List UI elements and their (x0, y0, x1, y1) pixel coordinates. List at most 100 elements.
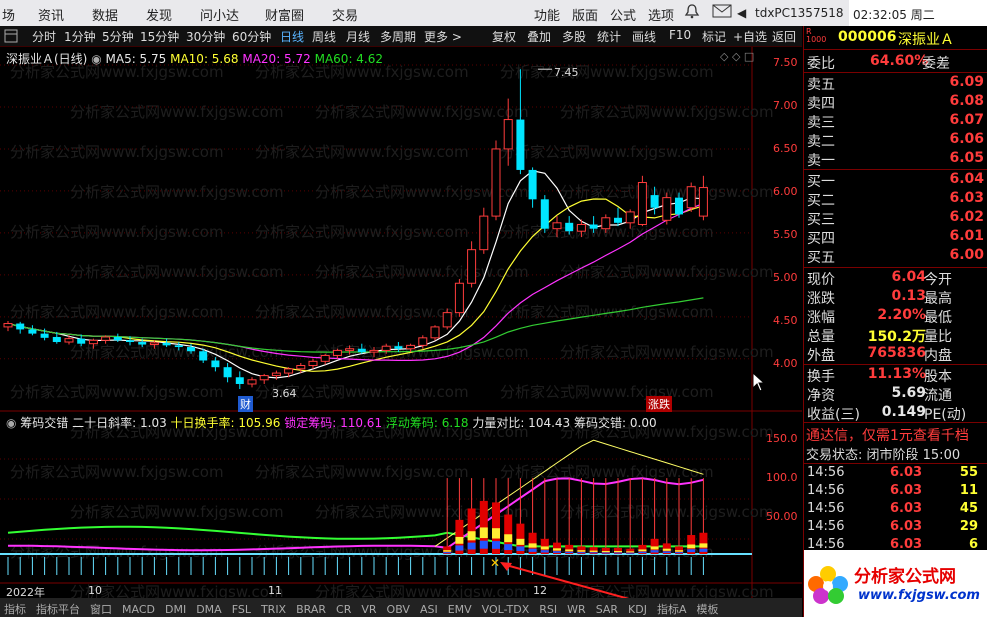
period-tab-active[interactable]: 日线 (280, 28, 304, 45)
indicator-tab[interactable]: DMA (196, 603, 222, 616)
indicator-name[interactable]: 筹码交错 (20, 416, 68, 430)
candle[interactable] (637, 175, 647, 227)
candle[interactable] (686, 182, 696, 212)
ask-row[interactable]: 卖二 6.06 (804, 131, 987, 150)
stat-row[interactable]: 外盘 765836 内盘 (804, 345, 987, 364)
mail-icon[interactable] (712, 4, 732, 22)
indicator-tab[interactable]: KDJ (628, 603, 647, 616)
indicator-tab[interactable]: CR (336, 603, 351, 616)
indicator-tab[interactable]: SAR (596, 603, 618, 616)
indicator-tab[interactable]: BRAR (296, 603, 326, 616)
tool-button[interactable]: F10 (669, 28, 691, 42)
tool-button[interactable]: 叠加 (527, 28, 551, 45)
row-value: 6.05 (949, 150, 984, 166)
chart-header: 深振业Ａ(日线) ◉ MA5: 5.75 MA10: 5.68 MA20: 5.… (6, 50, 383, 67)
indicator-tab[interactable]: DMI (165, 603, 186, 616)
indicator-tab[interactable]: EMV (448, 603, 472, 616)
logo: 分析家公式网 www.fxjgsw.com (804, 550, 987, 617)
period-tab[interactable]: 更多 > (424, 28, 462, 45)
period-tab[interactable]: 多周期 (380, 28, 416, 45)
menu-item[interactable]: 资讯 (38, 5, 64, 24)
indicator-tab[interactable]: TRIX (261, 603, 286, 616)
tool-button[interactable]: 画线 (632, 28, 656, 45)
ask-row[interactable]: 卖五 6.09 (804, 74, 987, 93)
ask-row[interactable]: 卖三 6.07 (804, 112, 987, 131)
bell-icon[interactable] (684, 3, 700, 23)
finance-badge[interactable]: 财 (238, 396, 253, 412)
period-tab[interactable]: 1分钟 (64, 28, 96, 45)
period-tab[interactable]: 60分钟 (232, 28, 271, 45)
menu-item[interactable]: 问小达 (200, 5, 239, 24)
stat-row[interactable]: 涨幅 2.20% 最低 (804, 307, 987, 326)
promo-link[interactable]: 通达信，仅需1元查看千档 (806, 425, 987, 445)
indicator-tab[interactable]: VOL-TDX (482, 603, 530, 616)
period-tab[interactable]: 30分钟 (186, 28, 225, 45)
menu-item[interactable]: 财富圈 (265, 5, 304, 24)
bid-row[interactable]: 买五 6.00 (804, 247, 987, 266)
low-label: 3.64 (272, 387, 297, 400)
menu-item[interactable]: 公式 (610, 5, 636, 24)
indicator-tab[interactable]: 指标A (657, 603, 687, 616)
indicator-tab[interactable]: MACD (122, 603, 155, 616)
ask-row[interactable]: 卖一 6.05 (804, 150, 987, 169)
row-value: 150.2万 (867, 329, 926, 345)
period-tab[interactable]: 15分钟 (140, 28, 179, 45)
limit-badge[interactable]: 涨跌 (646, 396, 672, 412)
tool-button[interactable]: +自选 (733, 28, 767, 45)
trade-state: 交易状态: 闭市阶段 15:00 (806, 448, 961, 463)
menu-item[interactable]: 选项 (648, 5, 674, 24)
bid-row[interactable]: 买三 6.02 (804, 209, 987, 228)
indicator-tab[interactable]: WR (567, 603, 586, 616)
tool-button[interactable]: 统计 (597, 28, 621, 45)
period-tab[interactable]: 周线 (312, 28, 336, 45)
tool-button[interactable]: 复权 (492, 28, 516, 45)
row-value: 6.07 (949, 112, 984, 128)
indicator-tab[interactable]: FSL (232, 603, 251, 616)
indicator-tab[interactable]: 模板 (697, 603, 719, 616)
candle[interactable] (454, 279, 464, 317)
indicator-tab[interactable]: ASI (420, 603, 438, 616)
layout-icon[interactable] (4, 28, 18, 46)
candle[interactable] (662, 192, 672, 225)
weibi-value: 64.60% (870, 53, 929, 69)
stat-row[interactable]: 换手 11.13% 股本 (804, 366, 987, 385)
period-tab[interactable]: 5分钟 (102, 28, 134, 45)
menu-item[interactable]: 功能 (534, 5, 560, 24)
stat-row[interactable]: 现价 6.04 今开 (804, 269, 987, 288)
menu-item[interactable]: 交易 (332, 5, 358, 24)
stat-row[interactable]: 收益(三) 0.149 PE(动) (804, 404, 987, 423)
indicator-tab[interactable]: 窗口 (90, 603, 112, 616)
stat-row[interactable]: 总量 150.2万 量比 (804, 326, 987, 345)
menu-item[interactable]: 发现 (146, 5, 172, 24)
ask-row[interactable]: 卖四 6.08 (804, 93, 987, 112)
indicator-settings-icon[interactable]: ◉ (6, 416, 20, 430)
candle[interactable] (540, 195, 549, 233)
tool-button[interactable]: 标记 (702, 28, 726, 45)
menu-item[interactable]: 场 (2, 5, 15, 24)
row-value: 0.13 (891, 288, 926, 304)
period-tab[interactable]: 月线 (346, 28, 370, 45)
chart-controls[interactable]: ◇ ◇ □ (720, 50, 754, 63)
period-tab[interactable]: 分时 (32, 28, 56, 45)
stat-row[interactable]: 净资 5.69 流通 (804, 385, 987, 404)
row-label: 总量 (807, 329, 835, 345)
bid-row[interactable]: 买一 6.04 (804, 171, 987, 190)
indicator-tab[interactable]: 指标 (4, 603, 26, 616)
bid-row[interactable]: 买二 6.03 (804, 190, 987, 209)
menu-item[interactable]: 版面 (572, 5, 598, 24)
indicator-tab[interactable]: RSI (539, 603, 557, 616)
indicator-tab[interactable]: 指标平台 (36, 603, 80, 616)
bid-row[interactable]: 买四 6.01 (804, 228, 987, 247)
tool-button[interactable]: 多股 (562, 28, 586, 45)
tool-button[interactable]: 返回 (772, 28, 796, 45)
settings-icon[interactable]: ◉ (91, 52, 105, 66)
menu-item[interactable]: 数据 (92, 5, 118, 24)
stat-row[interactable]: 涨跌 0.13 最高 (804, 288, 987, 307)
candle[interactable] (430, 325, 440, 341)
indicator-tab[interactable]: OBV (387, 603, 410, 616)
menu-item[interactable]: ◀ (737, 6, 746, 20)
candle[interactable] (491, 140, 501, 221)
kline-chart[interactable]: 分析家公式网www.fxjgsw.com 分析家公式网www.fxjgsw.com… (0, 47, 802, 598)
indicator-tab[interactable]: VR (361, 603, 376, 616)
watermark-text: 分析家公式网www.fxjgsw.com (70, 103, 284, 121)
